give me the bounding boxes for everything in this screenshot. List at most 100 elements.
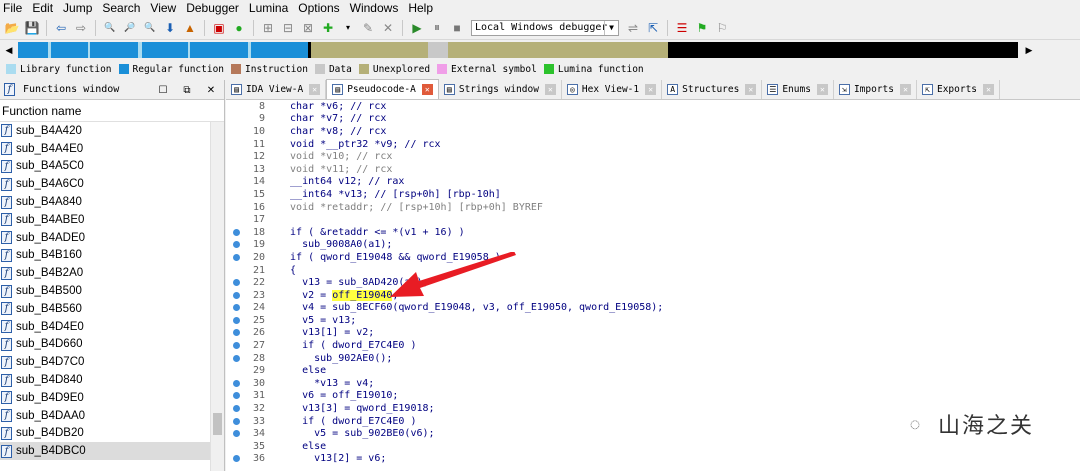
function-list-item[interactable]: f sub_B4D7C0 [0, 353, 224, 371]
code-line[interactable]: 14 __int64 v12; // rax [226, 176, 1080, 189]
menu-jump[interactable]: Jump [60, 1, 99, 15]
code-line[interactable]: 8 char *v6; // rcx [226, 100, 1080, 113]
close-x-icon[interactable]: ✕ [380, 20, 396, 36]
function-list-scrollbar[interactable] [210, 122, 224, 471]
breakpoint-dot-icon[interactable] [233, 304, 240, 312]
trace-icon[interactable]: ⊟ [280, 20, 296, 36]
debugger-select[interactable]: Local Windows debugger ▼ [471, 19, 619, 36]
breakpoint-dot-icon[interactable] [233, 392, 240, 400]
breakpoint-dot-icon[interactable] [233, 253, 240, 261]
tab-close-icon[interactable]: ✕ [645, 84, 657, 95]
code-line[interactable]: 9 char *v7; // rcx [226, 113, 1080, 126]
stop-icon[interactable]: ■ [449, 20, 465, 36]
code-line[interactable]: 13 void *v11; // rcx [226, 163, 1080, 176]
breakpoint-dot-icon[interactable] [233, 354, 240, 362]
function-list-item[interactable]: f sub_B4B500 [0, 282, 224, 300]
breakpoint-dot-icon[interactable] [233, 241, 240, 249]
breakpoint-dot-icon[interactable] [233, 316, 240, 324]
graph-icon[interactable]: ▲ [182, 20, 198, 36]
menu-lumina[interactable]: Lumina [246, 1, 295, 15]
function-list-item[interactable]: f sub_B4A5C0 [0, 158, 224, 176]
function-list-item[interactable]: f sub_B4DB20 [0, 425, 224, 443]
nav-left-arrow-icon[interactable]: ◀ [4, 42, 14, 58]
window-close-icon[interactable]: ✕ [204, 83, 218, 97]
code-line[interactable]: 28 sub_902AE0(); [226, 352, 1080, 365]
breakpoint-dot-icon[interactable] [233, 405, 240, 413]
edit-icon[interactable]: ✎ [360, 20, 376, 36]
tab-imports[interactable]: ⇲ Imports ✕ [834, 80, 917, 99]
run-script-icon[interactable]: ▣ [211, 20, 227, 36]
pause-icon[interactable]: ⏸ [429, 20, 445, 36]
code-line[interactable]: 30 *v13 = v4; [226, 377, 1080, 390]
window-restore-icon[interactable]: ☐ [156, 83, 170, 97]
tab-exports[interactable]: ⇱ Exports ✕ [917, 80, 1001, 99]
function-list-item[interactable]: f sub_B4D840 [0, 371, 224, 389]
flag-icon[interactable]: ⚑ [694, 20, 710, 36]
function-list-item[interactable]: f sub_B4DBC0 [0, 442, 224, 461]
step-over-icon[interactable]: ✚ [320, 20, 336, 36]
navigation-bar[interactable] [18, 42, 1018, 58]
forward-arrow-icon[interactable]: ⇨ [73, 20, 89, 36]
menu-file[interactable]: File [0, 1, 29, 15]
menu-help[interactable]: Help [405, 1, 440, 15]
highlighted-symbol[interactable]: off_E19040 [332, 289, 393, 301]
scrollbar-thumb[interactable] [213, 413, 222, 435]
breakpoint-icon[interactable]: ⊞ [260, 20, 276, 36]
tab-structures[interactable]: A Structures ✕ [662, 80, 763, 99]
function-list-item[interactable]: f sub_B4B160 [0, 247, 224, 265]
search-next-icon[interactable]: 🔍 [142, 20, 158, 36]
nav-right-arrow-icon[interactable]: ▶ [1024, 42, 1034, 58]
breakpoint-dot-icon[interactable] [233, 279, 240, 287]
breakpoint-dot-icon[interactable] [233, 417, 240, 425]
code-line[interactable]: 19 sub_9008A0(a1); [226, 239, 1080, 252]
code-line[interactable]: 18 if ( &retaddr <= *(v1 + 16) ) [226, 226, 1080, 239]
menu-debugger[interactable]: Debugger [183, 1, 246, 15]
menu-view[interactable]: View [147, 1, 183, 15]
breakpoint-dot-icon[interactable] [233, 291, 240, 299]
code-line[interactable]: 21 { [226, 264, 1080, 277]
flag-off-icon[interactable]: ⚐ [714, 20, 730, 36]
tab-pseudocode-a[interactable]: ▤ Pseudocode-A ✕ [326, 79, 439, 99]
open-file-icon[interactable]: 📂 [4, 20, 20, 36]
menu-search[interactable]: Search [99, 1, 147, 15]
code-line[interactable]: 17 [226, 213, 1080, 226]
function-name-column-header[interactable]: Function name [0, 100, 224, 122]
code-line[interactable]: 23 v2 = off_E19040; [226, 289, 1080, 302]
process-icon[interactable]: ⇱ [645, 20, 661, 36]
function-list-item[interactable]: f sub_B4B560 [0, 300, 224, 318]
list-icon[interactable]: ☰ [674, 20, 690, 36]
tab-close-icon[interactable]: ✕ [983, 84, 995, 95]
tab-close-icon[interactable]: ✕ [544, 84, 556, 95]
function-list-item[interactable]: f sub_B4D9E0 [0, 389, 224, 407]
menu-edit[interactable]: Edit [29, 1, 60, 15]
tab-close-icon[interactable]: ✕ [816, 84, 828, 95]
function-list-item[interactable]: f sub_B4A420 [0, 122, 224, 140]
play-icon[interactable]: ▶ [409, 20, 425, 36]
dropdown-arrow-icon[interactable]: ▾ [340, 20, 356, 36]
code-line[interactable]: 22 v13 = sub_8AD420(a1); [226, 276, 1080, 289]
code-line[interactable]: 10 char *v8; // rcx [226, 125, 1080, 138]
tab-ida-view-a[interactable]: ▤ IDA View-A ✕ [226, 80, 327, 99]
window-float-icon[interactable]: ⧉ [180, 83, 194, 97]
code-line[interactable]: 20 if ( qword_E19048 && qword_E19058 ) [226, 251, 1080, 264]
code-line[interactable]: 15 __int64 *v13; // [rsp+0h] [rbp-10h] [226, 188, 1080, 201]
breakpoint-dot-icon[interactable] [233, 379, 240, 387]
binary-search-icon[interactable]: 🔍 [102, 20, 118, 36]
save-icon[interactable]: 💾 [24, 20, 40, 36]
code-line[interactable]: 16 void *retaddr; // [rsp+10h] [rbp+0h] … [226, 201, 1080, 214]
function-list-item[interactable]: f sub_B4A4E0 [0, 140, 224, 158]
menu-options[interactable]: Options [295, 1, 346, 15]
breakpoint-dot-icon[interactable] [233, 329, 240, 337]
back-arrow-icon[interactable]: ⇦ [53, 20, 69, 36]
tab-close-icon[interactable]: ✕ [309, 84, 321, 95]
breakpoint-dot-icon[interactable] [233, 228, 240, 236]
code-line[interactable]: 27 if ( dword_E7C4E0 ) [226, 339, 1080, 352]
code-line[interactable]: 24 v4 = sub_8ECF60(qword_E19048, v3, off… [226, 302, 1080, 315]
tab-hex-view-1[interactable]: ◎ Hex View-1 ✕ [562, 80, 663, 99]
function-list-item[interactable]: f sub_B4B2A0 [0, 264, 224, 282]
code-line[interactable]: 35 else [226, 440, 1080, 453]
text-search-icon[interactable]: 🔎 [122, 20, 138, 36]
tab-strings-window[interactable]: ▤ Strings window ✕ [439, 80, 562, 99]
tab-enums[interactable]: ☰ Enums ✕ [762, 80, 834, 99]
code-line[interactable]: 25 v5 = v13; [226, 314, 1080, 327]
